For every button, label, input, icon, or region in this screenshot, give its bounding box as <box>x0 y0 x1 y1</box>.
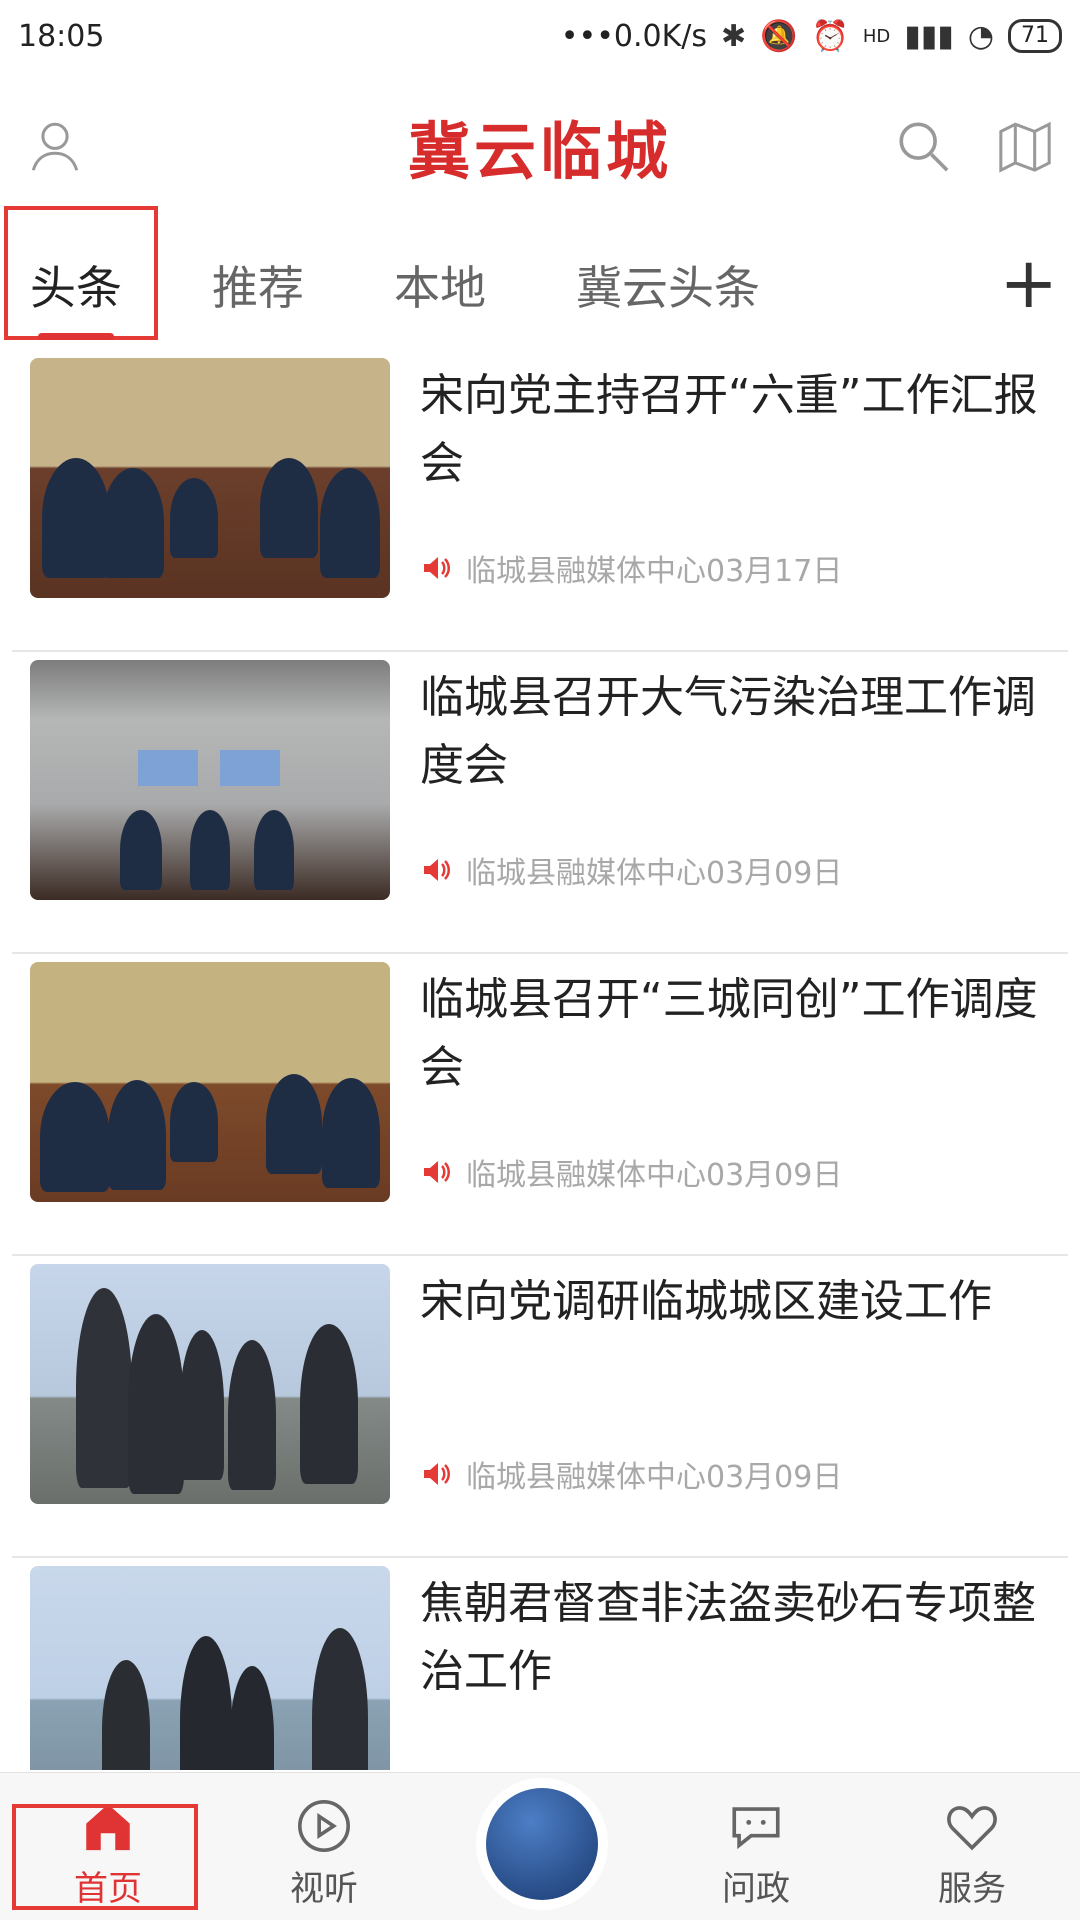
header-actions <box>894 117 1054 175</box>
news-title[interactable]: 临城县召开大气污染治理工作调度会 <box>420 664 1060 800</box>
channel-tabs: 头条 推荐 本地 冀云头条 <box>0 220 1080 350</box>
news-meta: 临城县融媒体中心03月09日 <box>420 848 842 892</box>
nav-services-label: 服务 <box>938 1869 1006 1909</box>
add-channel-button[interactable]: + <box>999 242 1058 324</box>
app-header: 冀云临城 <box>0 72 1080 220</box>
list-item[interactable]: 临城县召开大气污染治理工作调度会 临城县融媒体中心03月09日 <box>12 652 1068 954</box>
news-thumbnail <box>30 962 390 1202</box>
status-icons: •••0.0K/s ✱ 🔕 ⏰ HD ▮▮▮ ◔ 71 <box>561 19 1062 54</box>
news-source-date: 临城县融媒体中心03月09日 <box>466 1460 843 1495</box>
heart-icon <box>947 1806 997 1851</box>
play-icon <box>298 1800 350 1852</box>
nav-media-label: 视听 <box>290 1869 358 1909</box>
signal-icon: ▮▮▮ <box>904 18 954 54</box>
news-thumbnail <box>30 358 390 598</box>
signal-hd-label: HD <box>862 25 891 47</box>
wifi-icon: ◔ <box>967 18 994 54</box>
news-title[interactable]: 焦朝君督查非法盗卖砂石专项整治工作 <box>420 1570 1060 1706</box>
bluetooth-icon: ✱ <box>721 18 747 54</box>
alarm-icon: ⏰ <box>811 18 849 54</box>
app-title: 冀云临城 <box>407 115 673 188</box>
list-item[interactable]: 宋向党调研临城城区建设工作 临城县融媒体中心03月09日 <box>12 1256 1068 1558</box>
news-feed[interactable]: 宋向党主持召开“六重”工作汇报会 临城县融媒体中心03月17日 临城县召开大气污… <box>0 350 1080 1770</box>
news-thumbnail <box>30 660 390 900</box>
tab-local[interactable]: 本地 <box>382 242 498 328</box>
map-icon[interactable] <box>996 117 1054 175</box>
tab-headlines[interactable]: 头条 <box>18 242 134 328</box>
news-meta: 临城县融媒体中心03月09日 <box>420 1150 842 1194</box>
nav-politics-label: 问政 <box>722 1869 790 1909</box>
news-title[interactable]: 宋向党主持召开“六重”工作汇报会 <box>420 362 1060 498</box>
tab-jiyun-headlines[interactable]: 冀云头条 <box>564 242 772 328</box>
news-meta: 临城县融媒体中心03月17日 <box>420 546 842 590</box>
news-source-date: 临城县融媒体中心03月17日 <box>466 554 843 589</box>
search-icon[interactable] <box>894 117 952 175</box>
news-source-date: 临城县融媒体中心03月09日 <box>466 856 843 891</box>
status-bar: 18:05 •••0.0K/s ✱ 🔕 ⏰ HD ▮▮▮ ◔ 71 <box>0 0 1080 72</box>
news-source-date: 临城县融媒体中心03月09日 <box>466 1158 843 1193</box>
news-title[interactable]: 宋向党调研临城城区建设工作 <box>420 1268 1060 1336</box>
news-thumbnail <box>30 1566 390 1770</box>
network-speed: •••0.0K/s <box>560 18 708 54</box>
speaker-icon[interactable] <box>420 854 452 886</box>
news-meta: 临城县融媒体中心03月09日 <box>420 1452 842 1496</box>
mute-bell-icon: 🔕 <box>760 18 798 54</box>
status-time: 18:05 <box>18 18 105 54</box>
battery-indicator: 71 <box>1008 19 1062 53</box>
active-nav-highlight <box>12 1804 198 1910</box>
list-item[interactable]: 宋向党主持召开“六重”工作汇报会 临城县融媒体中心03月17日 <box>12 350 1068 652</box>
news-thumbnail <box>30 1264 390 1504</box>
speaker-icon[interactable] <box>420 1458 452 1490</box>
chat-icon <box>732 1807 780 1850</box>
nav-media[interactable]: 视听 <box>244 1797 404 1910</box>
nav-services[interactable]: 服务 <box>892 1797 1052 1910</box>
news-title[interactable]: 临城县召开“三城同创”工作调度会 <box>420 966 1060 1102</box>
nav-politics[interactable]: 问政 <box>676 1797 836 1910</box>
tab-recommend[interactable]: 推荐 <box>200 242 316 328</box>
speaker-icon[interactable] <box>420 1156 452 1188</box>
center-logo-icon[interactable] <box>486 1788 598 1900</box>
list-item[interactable]: 焦朝君督查非法盗卖砂石专项整治工作 <box>12 1558 1068 1770</box>
list-item[interactable]: 临城县召开“三城同创”工作调度会 临城县融媒体中心03月09日 <box>12 954 1068 1256</box>
speaker-icon[interactable] <box>420 552 452 584</box>
user-icon[interactable] <box>26 117 84 175</box>
